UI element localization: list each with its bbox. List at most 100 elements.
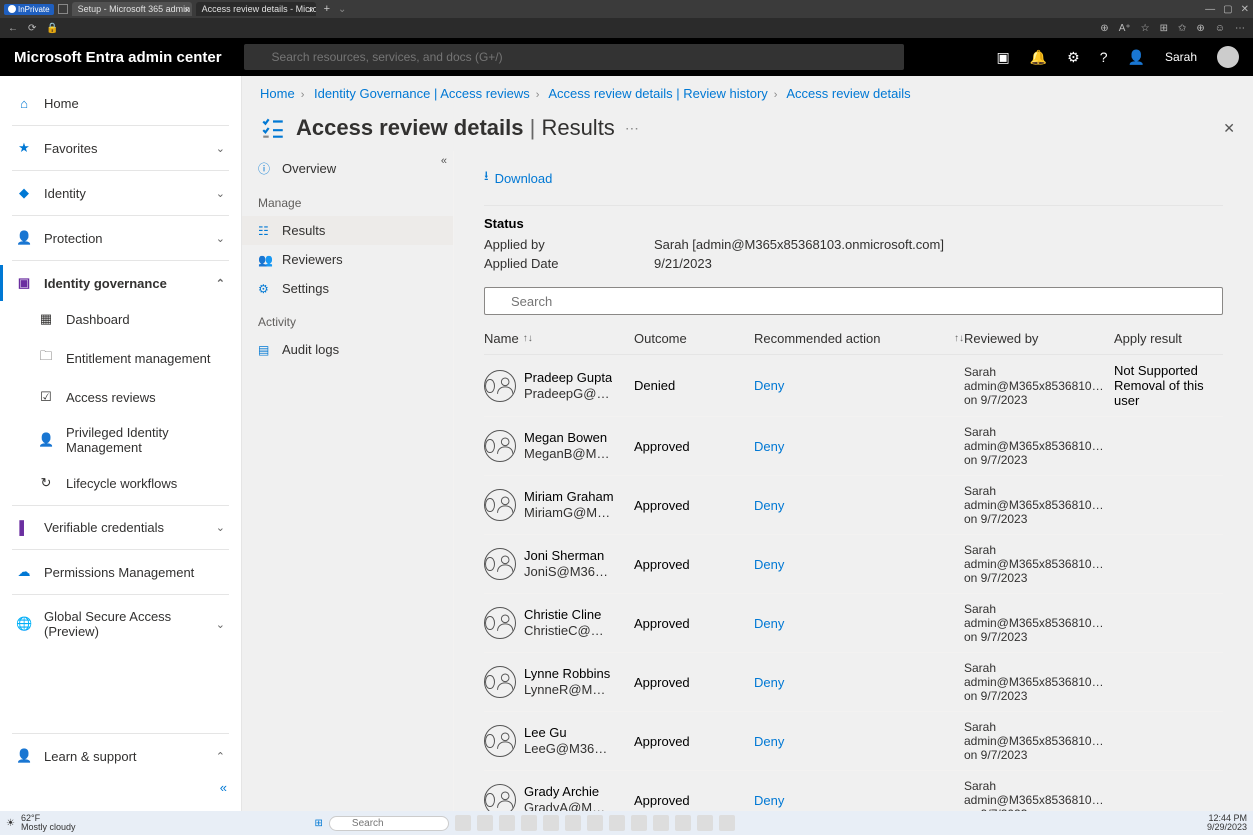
sort-icon[interactable]: ↑↓ bbox=[523, 333, 533, 344]
sidebar-item-protection[interactable]: 👤Protection⌄ bbox=[0, 220, 241, 256]
collapse-sidebar-button[interactable]: « bbox=[0, 774, 241, 801]
taskbar-app-icon[interactable] bbox=[455, 815, 471, 831]
breadcrumb-home[interactable]: Home bbox=[260, 86, 295, 101]
breadcrumb-history[interactable]: Access review details | Review history bbox=[548, 86, 767, 101]
col-apply-result[interactable]: Apply result bbox=[1114, 331, 1223, 346]
col-recommended[interactable]: Recommended action↑↓ bbox=[754, 331, 964, 346]
sidebar-item-entitlement[interactable]: 🗀Entitlement management bbox=[0, 337, 241, 379]
recommended-action-link[interactable]: Deny bbox=[754, 378, 784, 393]
breadcrumb-current[interactable]: Access review details bbox=[786, 86, 910, 101]
recommended-action-link[interactable]: Deny bbox=[754, 793, 784, 808]
avatar[interactable] bbox=[1217, 46, 1239, 68]
recommended-action-link[interactable]: Deny bbox=[754, 616, 784, 631]
reviewed-by-value: Sarahadmin@M365x85368103....on 9/7/2023 bbox=[964, 661, 1114, 703]
col-outcome[interactable]: Outcome bbox=[634, 331, 754, 346]
collapse-subnav-button[interactable]: « bbox=[441, 155, 447, 167]
chevron-down-icon: ⌄ bbox=[216, 187, 225, 200]
browser-tab[interactable]: Setup - Microsoft 365 admin ce…× bbox=[72, 2, 192, 16]
taskbar-app-icon[interactable] bbox=[587, 815, 603, 831]
taskbar-app-icon[interactable] bbox=[675, 815, 691, 831]
col-reviewed-by[interactable]: Reviewed by bbox=[964, 331, 1114, 346]
recommended-action-link[interactable]: Deny bbox=[754, 439, 784, 454]
sort-icon[interactable]: ↑↓ bbox=[954, 333, 964, 344]
refresh-icon[interactable]: ⟳ bbox=[28, 23, 36, 34]
back-icon[interactable]: ← bbox=[8, 23, 18, 34]
weather-icon[interactable]: ☀ bbox=[6, 818, 15, 829]
recommended-action-link[interactable]: Deny bbox=[754, 498, 784, 513]
taskbar-app-icon[interactable] bbox=[521, 815, 537, 831]
sidebar-item-permissions[interactable]: ☁Permissions Management bbox=[0, 554, 241, 590]
taskbar-clock[interactable]: 12:44 PM9/29/2023 bbox=[1207, 814, 1247, 832]
sidebar-item-identity-governance[interactable]: ▣Identity governance⌃ bbox=[0, 265, 241, 301]
table-row[interactable]: Grady ArchieGradyA@M36...ApprovedDenySar… bbox=[484, 771, 1223, 811]
results-search-input[interactable] bbox=[484, 287, 1223, 315]
sidebar-item-lifecycle[interactable]: ↻Lifecycle workflows bbox=[0, 465, 241, 501]
new-tab-button[interactable]: + bbox=[320, 3, 334, 15]
taskbar-app-icon[interactable] bbox=[609, 815, 625, 831]
close-icon[interactable]: × bbox=[308, 3, 313, 16]
start-button[interactable]: ⊞ bbox=[315, 818, 323, 829]
recommended-action-link[interactable]: Deny bbox=[754, 675, 784, 690]
breadcrumb-ig[interactable]: Identity Governance | Access reviews bbox=[314, 86, 530, 101]
table-row[interactable]: Christie ClineChristieC@M3...ApprovedDen… bbox=[484, 594, 1223, 653]
download-button[interactable]: ⭳Download bbox=[484, 161, 1223, 195]
table-row[interactable]: Megan BowenMeganB@M36...ApprovedDenySara… bbox=[484, 417, 1223, 476]
maximize-icon[interactable]: ▢ bbox=[1223, 4, 1232, 15]
browser-tab[interactable]: Access review details - Microso…× bbox=[196, 2, 316, 16]
sidebar-item-learn[interactable]: 👤Learn & support⌃ bbox=[0, 738, 241, 774]
taskbar-app-icon[interactable] bbox=[653, 815, 669, 831]
sidebar-item-pim[interactable]: 👤Privileged Identity Management bbox=[0, 415, 241, 465]
sidebar-item-access-reviews[interactable]: ☑Access reviews bbox=[0, 379, 241, 415]
chevron-down-icon: ⌄ bbox=[216, 521, 225, 534]
copilot-icon[interactable]: ▣ bbox=[997, 49, 1010, 66]
user-name[interactable]: Sarah bbox=[1165, 50, 1197, 64]
sidebar-item-home[interactable]: ⌂Home bbox=[0, 86, 241, 121]
read-aloud-icon[interactable]: A⁺ bbox=[1119, 23, 1131, 34]
subnav-settings[interactable]: ⚙Settings bbox=[242, 274, 453, 303]
close-blade-button[interactable]: ✕ bbox=[1223, 120, 1235, 137]
extension-icon[interactable]: ⊞ bbox=[1160, 23, 1168, 34]
table-row[interactable]: Joni ShermanJoniS@M365x...ApprovedDenySa… bbox=[484, 535, 1223, 594]
table-row[interactable]: Pradeep GuptaPradeepG@M3...DeniedDenySar… bbox=[484, 355, 1223, 417]
weather-widget[interactable]: 62°FMostly cloudy bbox=[21, 814, 76, 832]
taskbar-app-icon[interactable] bbox=[499, 815, 515, 831]
feedback-icon[interactable]: 👤 bbox=[1128, 49, 1145, 66]
profile-icon[interactable]: ☺ bbox=[1215, 23, 1225, 34]
close-icon[interactable]: × bbox=[184, 3, 189, 16]
minimize-icon[interactable]: — bbox=[1205, 4, 1215, 15]
sidebar-item-identity[interactable]: ◆Identity⌄ bbox=[0, 175, 241, 211]
taskbar-search-input[interactable] bbox=[329, 816, 449, 831]
subnav-reviewers[interactable]: 👥Reviewers bbox=[242, 245, 453, 274]
table-row[interactable]: Lee GuLeeG@M365x8...ApprovedDenySarahadm… bbox=[484, 712, 1223, 771]
sidebar-item-gsa[interactable]: 🌐Global Secure Access (Preview)⌄ bbox=[0, 599, 241, 649]
outcome-value: Approved bbox=[634, 439, 754, 454]
settings-icon[interactable]: ⚙ bbox=[1067, 49, 1080, 66]
taskbar-app-icon[interactable] bbox=[477, 815, 493, 831]
recommended-action-link[interactable]: Deny bbox=[754, 557, 784, 572]
taskbar-app-icon[interactable] bbox=[631, 815, 647, 831]
taskbar-app-icon[interactable] bbox=[719, 815, 735, 831]
table-row[interactable]: Lynne RobbinsLynneR@M365...ApprovedDenyS… bbox=[484, 653, 1223, 712]
notifications-icon[interactable]: 🔔 bbox=[1030, 49, 1047, 66]
close-icon[interactable]: ✕ bbox=[1241, 4, 1249, 15]
more-icon[interactable]: ⋯ bbox=[625, 120, 639, 137]
table-row[interactable]: Miriam GrahamMiriamG@M36...ApprovedDenyS… bbox=[484, 476, 1223, 535]
favorites-icon[interactable]: ✩ bbox=[1178, 23, 1186, 34]
taskbar-app-icon[interactable] bbox=[697, 815, 713, 831]
sidebar-item-dashboard[interactable]: ▦Dashboard bbox=[0, 301, 241, 337]
collections-icon[interactable]: ⊕ bbox=[1196, 23, 1204, 34]
help-icon[interactable]: ? bbox=[1100, 49, 1108, 65]
recommended-action-link[interactable]: Deny bbox=[754, 734, 784, 749]
more-icon[interactable]: ⋯ bbox=[1235, 23, 1245, 34]
star-icon[interactable]: ☆ bbox=[1141, 23, 1150, 34]
sidebar-item-verifiable[interactable]: ▌Verifiable credentials⌄ bbox=[0, 510, 241, 545]
subnav-overview[interactable]: ⓘOverview bbox=[242, 153, 453, 184]
zoom-icon[interactable]: ⊕ bbox=[1100, 23, 1108, 34]
global-search-input[interactable] bbox=[244, 44, 904, 70]
sidebar-item-favorites[interactable]: ★Favorites⌄ bbox=[0, 130, 241, 166]
taskbar-app-icon[interactable] bbox=[565, 815, 581, 831]
taskbar-app-icon[interactable] bbox=[543, 815, 559, 831]
col-name[interactable]: Name↑↓ bbox=[484, 331, 634, 346]
subnav-results[interactable]: ☷Results bbox=[242, 216, 453, 245]
subnav-audit-logs[interactable]: ▤Audit logs bbox=[242, 335, 453, 364]
